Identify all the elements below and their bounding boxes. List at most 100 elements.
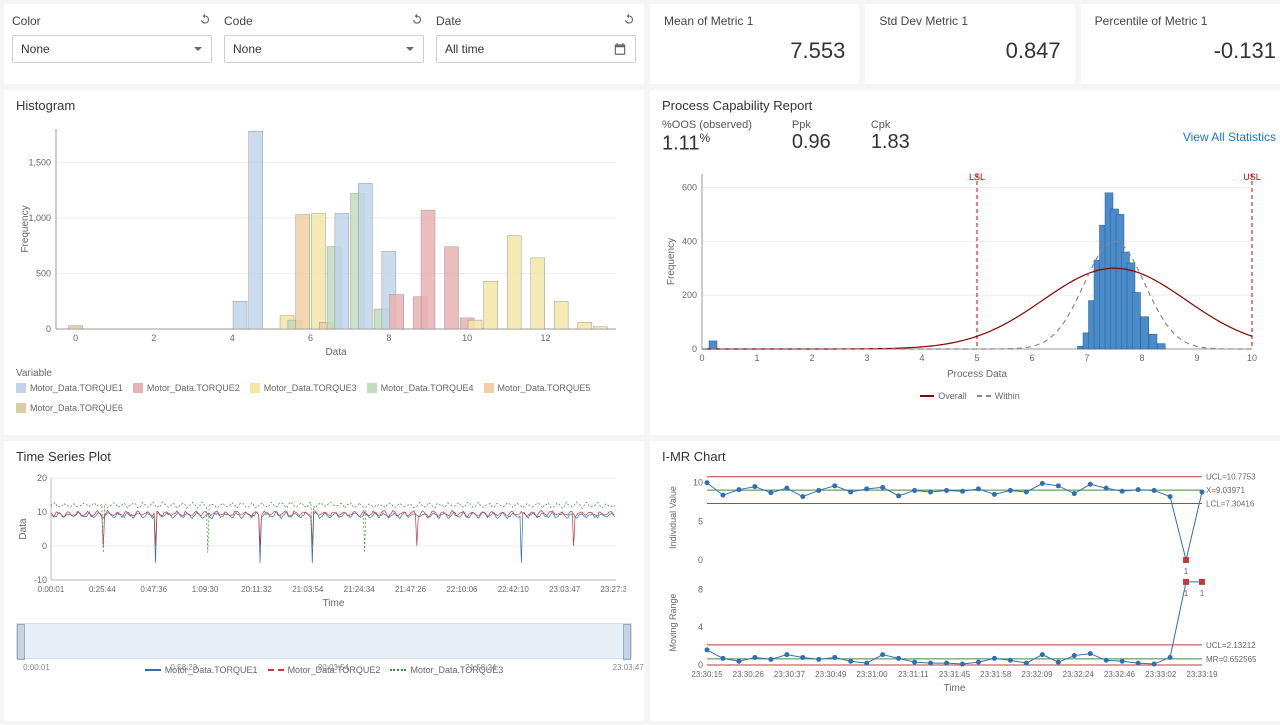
filter-color-label: Color <box>12 14 41 28</box>
cap-cpk-value: 1.83 <box>871 131 910 154</box>
filter-code-label: Code <box>224 14 253 28</box>
svg-text:10: 10 <box>1247 353 1257 363</box>
metric-stddev-value: 0.847 <box>879 38 1060 64</box>
metric-pct-value: -0.131 <box>1095 38 1276 64</box>
svg-text:8: 8 <box>698 584 703 594</box>
legend-item: Motor_Data.TORQUE1 <box>145 665 258 675</box>
color-select-value: None <box>21 42 50 56</box>
imr-title: I-MR Chart <box>662 449 1278 464</box>
capability-legend: Overall Within <box>662 391 1278 401</box>
minimap-handle-left[interactable] <box>17 624 25 660</box>
svg-text:23:32:09: 23:32:09 <box>1021 670 1053 679</box>
imr-chart: 0510UCL=10.7753X=9.03971LCL=7.304161Indi… <box>662 470 1272 700</box>
view-all-statistics-link[interactable]: View All Statistics <box>1183 130 1276 144</box>
svg-text:0: 0 <box>699 353 704 363</box>
svg-text:23:33:02: 23:33:02 <box>1145 670 1177 679</box>
svg-text:7: 7 <box>1084 353 1089 363</box>
refresh-icon[interactable] <box>410 12 424 29</box>
svg-text:5: 5 <box>974 353 979 363</box>
svg-text:23:33:19: 23:33:19 <box>1186 670 1218 679</box>
svg-text:23:30:49: 23:30:49 <box>815 670 847 679</box>
timeseries-minimap[interactable]: 0:00:010:58:2320:03:5421:58:2423:03:47 <box>16 623 632 659</box>
svg-text:0: 0 <box>42 541 47 551</box>
code-select[interactable]: None <box>224 35 424 63</box>
metric-pct: Percentile of Metric 1 -0.131 <box>1081 4 1280 84</box>
filter-code: Code None <box>224 12 424 76</box>
histogram-panel: Histogram 05001,0001,500024681012DataFre… <box>4 90 644 435</box>
svg-text:20:11:32: 20:11:32 <box>241 585 272 594</box>
svg-text:0: 0 <box>698 555 703 565</box>
svg-text:0:25:44: 0:25:44 <box>89 585 116 594</box>
calendar-icon <box>613 42 627 56</box>
capability-title: Process Capability Report <box>662 98 1278 113</box>
svg-text:23:31:00: 23:31:00 <box>856 670 888 679</box>
svg-text:21:24:34: 21:24:34 <box>344 585 376 594</box>
svg-text:LSL: LSL <box>969 172 985 182</box>
filter-date: Date All time <box>436 12 636 76</box>
code-select-value: None <box>233 42 262 56</box>
minimap-handle-right[interactable] <box>623 624 631 660</box>
svg-text:UCL=2.13212: UCL=2.13212 <box>1206 641 1256 650</box>
metric-bar: Mean of Metric 1 7.553 Std Dev Metric 1 … <box>650 4 1280 84</box>
legend-overall: Overall <box>938 391 967 401</box>
svg-text:12: 12 <box>541 333 551 343</box>
svg-text:500: 500 <box>36 268 51 278</box>
svg-text:23:03:47: 23:03:47 <box>549 585 581 594</box>
svg-text:Moving Range: Moving Range <box>668 593 678 651</box>
refresh-icon[interactable] <box>622 12 636 29</box>
svg-text:21:47:26: 21:47:26 <box>395 585 427 594</box>
svg-text:6: 6 <box>308 333 313 343</box>
histogram-legend: Motor_Data.TORQUE1 Motor_Data.TORQUE2 Moto… <box>16 383 632 413</box>
svg-text:0:47:36: 0:47:36 <box>140 585 167 594</box>
svg-text:8: 8 <box>386 333 391 343</box>
svg-text:Individual Value: Individual Value <box>668 486 678 549</box>
svg-text:4: 4 <box>230 333 235 343</box>
svg-text:Frequency: Frequency <box>20 205 31 252</box>
legend-item: Motor_Data.TORQUE2 <box>133 383 240 393</box>
svg-text:1: 1 <box>754 353 759 363</box>
histogram-legend-title: Variable <box>16 368 632 379</box>
svg-text:6: 6 <box>1029 353 1034 363</box>
date-select[interactable]: All time <box>436 35 636 63</box>
svg-text:10: 10 <box>462 333 472 343</box>
svg-text:USL: USL <box>1243 172 1261 182</box>
svg-text:Data: Data <box>18 518 29 540</box>
svg-text:22:42:10: 22:42:10 <box>498 585 530 594</box>
legend-item: Motor_Data.TORQUE1 <box>16 383 123 393</box>
svg-text:1:09:30: 1:09:30 <box>192 585 219 594</box>
svg-text:23:32:46: 23:32:46 <box>1104 670 1136 679</box>
caret-down-icon <box>405 44 415 54</box>
svg-text:10: 10 <box>37 507 47 517</box>
capability-panel: Process Capability Report %OOS (observed… <box>650 90 1280 435</box>
svg-text:1,500: 1,500 <box>28 157 51 167</box>
svg-text:MR=0.652565: MR=0.652565 <box>1206 655 1257 664</box>
color-select[interactable]: None <box>12 35 212 63</box>
svg-text:1: 1 <box>1184 567 1189 576</box>
cap-ppk-value: 0.96 <box>792 131 831 154</box>
svg-text:400: 400 <box>682 236 697 246</box>
svg-text:21:03:54: 21:03:54 <box>292 585 324 594</box>
svg-text:9: 9 <box>1194 353 1199 363</box>
svg-text:0:00:01: 0:00:01 <box>38 585 65 594</box>
legend-item: Motor_Data.TORQUE5 <box>484 383 591 393</box>
legend-within: Within <box>995 391 1020 401</box>
cap-oos-unit: % <box>699 131 710 145</box>
svg-text:23:31:58: 23:31:58 <box>980 670 1012 679</box>
date-select-value: All time <box>445 42 484 56</box>
svg-text:22:10:06: 22:10:06 <box>446 585 478 594</box>
svg-text:10: 10 <box>693 478 703 488</box>
cap-oos-label: %OOS (observed) <box>662 119 752 131</box>
svg-text:0: 0 <box>73 333 78 343</box>
metric-pct-label: Percentile of Metric 1 <box>1095 14 1276 28</box>
refresh-icon[interactable] <box>198 12 212 29</box>
svg-text:8: 8 <box>1139 353 1144 363</box>
svg-text:5: 5 <box>698 516 703 526</box>
svg-text:LCL=7.30416: LCL=7.30416 <box>1206 500 1255 509</box>
cap-cpk-label: Cpk <box>871 119 910 131</box>
svg-text:1: 1 <box>1200 589 1205 598</box>
svg-text:-10: -10 <box>34 575 47 585</box>
svg-text:1: 1 <box>1184 589 1189 598</box>
svg-text:3: 3 <box>864 353 869 363</box>
metric-stddev-label: Std Dev Metric 1 <box>879 14 1060 28</box>
svg-text:0: 0 <box>46 324 51 334</box>
